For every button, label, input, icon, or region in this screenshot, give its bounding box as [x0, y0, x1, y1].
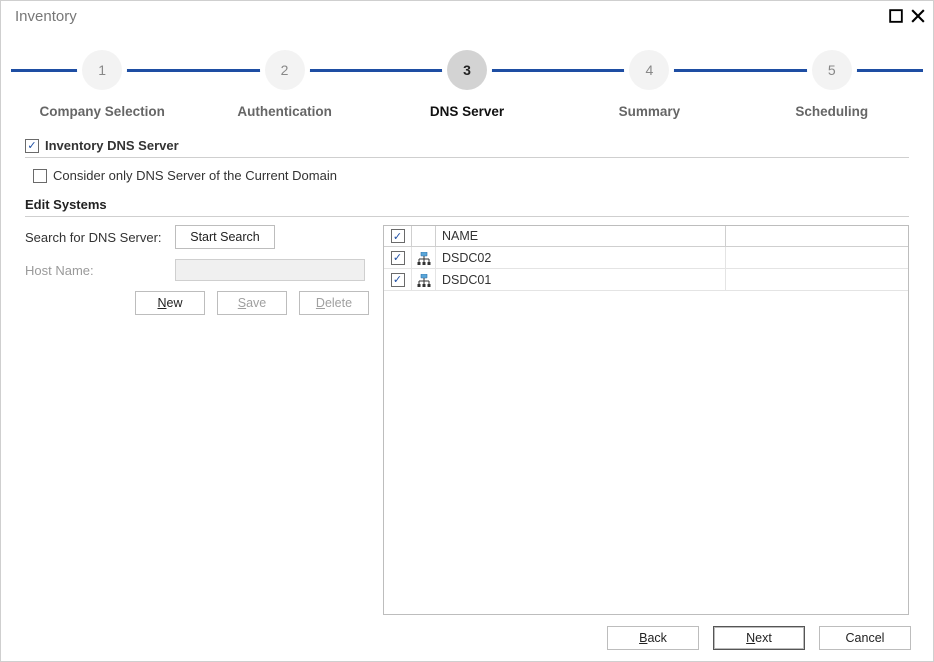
- step-number: 4: [629, 50, 669, 90]
- footer: Back Next Cancel: [1, 615, 933, 661]
- row-checkbox[interactable]: ✓: [391, 251, 405, 265]
- window-controls: [889, 9, 925, 23]
- table-header: ✓ NAME: [384, 226, 908, 247]
- wizard-stepper: 1 Company Selection 2 Authentication 3 D…: [11, 41, 923, 126]
- systems-table: ✓ NAME ✓ DSDC02: [383, 225, 909, 615]
- row-name: DSDC02: [436, 247, 726, 268]
- titlebar: Inventory: [1, 1, 933, 31]
- systems-table-panel: ✓ NAME ✓ DSDC02: [383, 225, 909, 615]
- step-label: Summary: [619, 104, 681, 119]
- close-icon[interactable]: [911, 9, 925, 23]
- row-name: DSDC01: [436, 269, 726, 290]
- step-authentication[interactable]: 2 Authentication: [193, 41, 375, 119]
- maximize-icon[interactable]: [889, 9, 903, 23]
- step-label: Scheduling: [795, 104, 868, 119]
- step-number: 5: [812, 50, 852, 90]
- cancel-button[interactable]: Cancel: [819, 626, 911, 650]
- step-label: DNS Server: [430, 104, 504, 119]
- content-area: ✓ Inventory DNS Server Consider only DNS…: [1, 126, 933, 615]
- delete-button[interactable]: Delete: [299, 291, 369, 315]
- edit-systems-title: Edit Systems: [25, 197, 909, 212]
- step-summary[interactable]: 4 Summary: [558, 41, 740, 119]
- table-row[interactable]: ✓ DSDC01: [384, 269, 908, 291]
- step-number: 1: [82, 50, 122, 90]
- select-all-checkbox[interactable]: ✓: [391, 229, 405, 243]
- step-label: Company Selection: [40, 104, 165, 119]
- table-body: ✓ DSDC02 ✓ DSDC01: [384, 247, 908, 614]
- inventory-dns-label: Inventory DNS Server: [45, 138, 179, 153]
- step-company-selection[interactable]: 1 Company Selection: [11, 41, 193, 119]
- inventory-window: Inventory 1 Company Selection 2 Authenti…: [0, 0, 934, 662]
- window-title: Inventory: [9, 8, 77, 25]
- inventory-dns-checkbox[interactable]: ✓: [25, 139, 39, 153]
- inventory-dns-checkbox-row: ✓ Inventory DNS Server: [25, 138, 909, 153]
- search-panel: Search for DNS Server: Start Search Host…: [25, 225, 365, 615]
- header-icon-col: [412, 226, 436, 246]
- search-label: Search for DNS Server:: [25, 230, 175, 245]
- new-button[interactable]: New: [135, 291, 205, 315]
- next-button[interactable]: Next: [713, 626, 805, 650]
- header-name[interactable]: NAME: [436, 226, 726, 246]
- consider-only-label: Consider only DNS Server of the Current …: [53, 168, 337, 183]
- server-icon: [412, 269, 436, 290]
- server-icon: [412, 247, 436, 268]
- step-number: 3: [447, 50, 487, 90]
- header-select-all[interactable]: ✓: [384, 226, 412, 246]
- host-name-label: Host Name:: [25, 263, 175, 278]
- step-scheduling[interactable]: 5 Scheduling: [741, 41, 923, 119]
- step-label: Authentication: [237, 104, 332, 119]
- row-checkbox[interactable]: ✓: [391, 273, 405, 287]
- consider-only-checkbox-row: Consider only DNS Server of the Current …: [25, 168, 909, 183]
- start-search-button[interactable]: Start Search: [175, 225, 275, 249]
- step-dns-server[interactable]: 3 DNS Server: [376, 41, 558, 119]
- back-button[interactable]: Back: [607, 626, 699, 650]
- header-extra: [726, 226, 908, 246]
- save-button[interactable]: Save: [217, 291, 287, 315]
- step-number: 2: [265, 50, 305, 90]
- host-name-input[interactable]: [175, 259, 365, 281]
- consider-only-checkbox[interactable]: [33, 169, 47, 183]
- table-row[interactable]: ✓ DSDC02: [384, 247, 908, 269]
